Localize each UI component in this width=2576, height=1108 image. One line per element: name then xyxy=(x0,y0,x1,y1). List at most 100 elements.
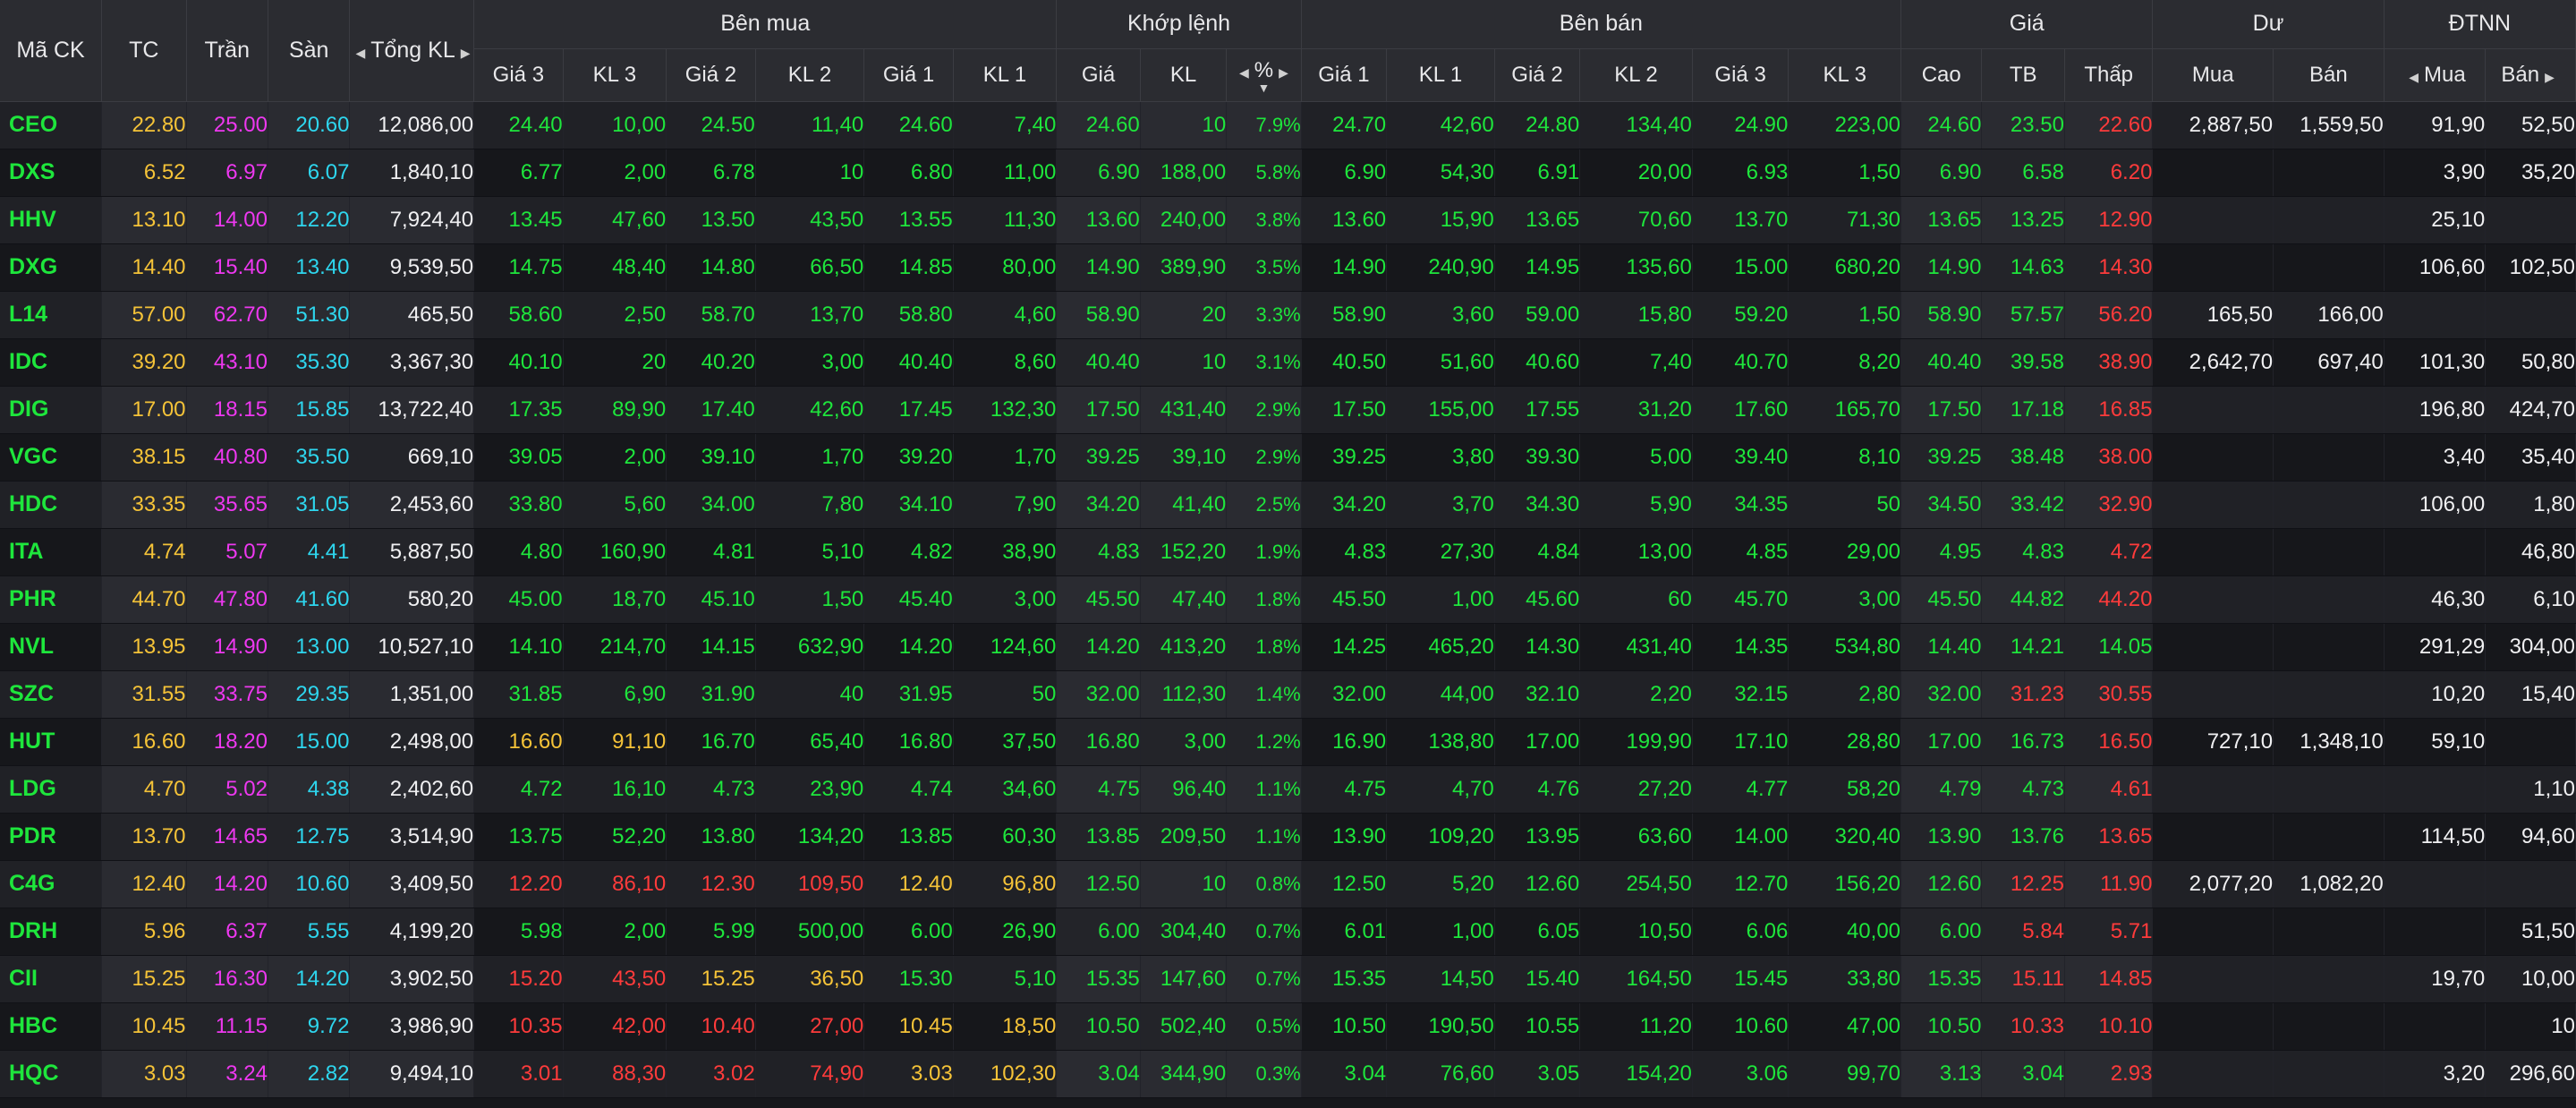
col-header-bid-price-1[interactable]: Giá 1 xyxy=(863,48,954,102)
col-header-floor[interactable]: Sàn xyxy=(268,0,351,102)
col-header-ref[interactable]: TC xyxy=(101,0,187,102)
stock-row-dig[interactable]: DIG 17.00 18.15 15.85 13,722,40 17.35 89,90 17.… xyxy=(0,386,2576,434)
symbol-cell[interactable]: HUT xyxy=(0,718,103,766)
bid-vol-3-cell: 52,20 xyxy=(563,813,667,861)
match-pct-cell: 0.7% xyxy=(1226,955,1302,1003)
col-header-bid-vol-2[interactable]: KL 2 xyxy=(755,48,865,102)
stock-row-hhv[interactable]: HHV 13.10 14.00 12.20 7,924,40 13.45 47,60 13.5… xyxy=(0,196,2576,244)
stock-row-szc[interactable]: SZC 31.55 33.75 29.35 1,351,00 31.85 6,90 31.90… xyxy=(0,670,2576,719)
col-header-remain-buy[interactable]: Mua xyxy=(2152,48,2274,102)
stock-row-vgc[interactable]: VGC 38.15 40.80 35.50 669,10 39.05 2,00 39.10 1,… xyxy=(0,433,2576,482)
chevron-right-icon[interactable]: ▶ xyxy=(2539,70,2560,84)
col-header-bid-vol-1[interactable]: KL 1 xyxy=(953,48,1058,102)
col-header-ask-vol-3[interactable]: KL 3 xyxy=(1788,48,1902,102)
symbol-cell[interactable]: PDR xyxy=(0,813,103,861)
chevron-right-icon[interactable]: ▶ xyxy=(455,46,473,60)
ask-price-2-cell: 17.00 xyxy=(1494,718,1581,766)
col-header-average[interactable]: TB xyxy=(1981,48,2065,102)
symbol-cell[interactable]: ITA xyxy=(0,528,103,576)
col-header-ask-price-1[interactable]: Giá 1 xyxy=(1301,48,1388,102)
bid-vol-2-cell: 11,40 xyxy=(755,101,865,149)
ceiling-price-cell: 62.70 xyxy=(186,291,268,339)
bid-price-3-cell: 16.60 xyxy=(473,718,564,766)
stock-row-ldg[interactable]: LDG 4.70 5.02 4.38 2,402,60 4.72 16,10 4.73 23,9… xyxy=(0,765,2576,814)
col-header-ask-price-3[interactable]: Giá 3 xyxy=(1692,48,1790,102)
stock-row-hdc[interactable]: HDC 33.35 35.65 31.05 2,453,60 33.80 5,60 34.00… xyxy=(0,481,2576,529)
symbol-cell[interactable]: LDG xyxy=(0,765,103,814)
symbol-cell[interactable]: PHR xyxy=(0,575,103,624)
remain-buy-cell: 2,642,70 xyxy=(2152,338,2274,387)
stock-row-hut[interactable]: HUT 16.60 18.20 15.00 2,498,00 16.60 91,10 16.7… xyxy=(0,718,2576,766)
col-header-high[interactable]: Cao xyxy=(1900,48,1983,102)
col-header-symbol[interactable]: Mã CK xyxy=(0,0,103,102)
col-header-foreign-buy[interactable]: ◀ Mua xyxy=(2384,48,2487,102)
bid-vol-3-cell: 20 xyxy=(563,338,667,387)
col-header-ask-price-2[interactable]: Giá 2 xyxy=(1494,48,1581,102)
ref-price-cell: 17.00 xyxy=(101,386,187,434)
col-header-total-volume[interactable]: ◀ Tổng KL ▶ xyxy=(349,0,475,102)
match-price-cell: 32.00 xyxy=(1056,670,1141,719)
symbol-cell[interactable]: HHV xyxy=(0,196,103,244)
col-header-remain-sell[interactable]: Bán xyxy=(2273,48,2385,102)
col-header-bid-vol-3[interactable]: KL 3 xyxy=(563,48,667,102)
symbol-cell[interactable]: DXG xyxy=(0,243,103,292)
col-header-foreign-sell[interactable]: Bán ▶ xyxy=(2485,48,2576,102)
symbol-cell[interactable]: DXS xyxy=(0,149,103,197)
stock-row-ita[interactable]: ITA 4.74 5.07 4.41 5,887,50 4.80 160,90 4.81 5,1… xyxy=(0,528,2576,576)
stock-row-hqc[interactable]: HQC 3.03 3.24 2.82 9,494,10 3.01 88,30 3.02 74,9… xyxy=(0,1050,2576,1098)
foreign-buy-cell xyxy=(2384,1002,2487,1051)
average-price-cell: 5.84 xyxy=(1981,908,2065,956)
symbol-cell[interactable]: L14 xyxy=(0,291,103,339)
col-header-ask-vol-2[interactable]: KL 2 xyxy=(1579,48,1693,102)
symbol-cell[interactable]: CEO xyxy=(0,101,103,149)
col-header-ceiling[interactable]: Trần xyxy=(186,0,268,102)
chevron-left-icon[interactable]: ◀ xyxy=(2403,70,2424,84)
stock-row-nvl[interactable]: NVL 13.95 14.90 13.00 10,527,10 14.10 214,70 14… xyxy=(0,623,2576,671)
bid-vol-1-cell: 50 xyxy=(953,670,1058,719)
stock-row-pdr[interactable]: PDR 13.70 14.65 12.75 3,514,90 13.75 52,20 13.8… xyxy=(0,813,2576,861)
high-price-cell: 40.40 xyxy=(1900,338,1983,387)
stock-row-l14[interactable]: L14 57.00 62.70 51.30 465,50 58.60 2,50 58.70 13… xyxy=(0,291,2576,339)
high-price-cell: 58.90 xyxy=(1900,291,1983,339)
stock-row-hbc[interactable]: HBC 10.45 11.15 9.72 3,986,90 10.35 42,00 10.40… xyxy=(0,1002,2576,1051)
stock-row-drh[interactable]: DRH 5.96 6.37 5.55 4,199,20 5.98 2,00 5.99 500,0… xyxy=(0,908,2576,956)
symbol-cell[interactable]: DIG xyxy=(0,386,103,434)
stock-row-cii[interactable]: CII 15.25 16.30 14.20 3,902,50 15.20 43,50 15.2… xyxy=(0,955,2576,1003)
col-header-ask-vol-1[interactable]: KL 1 xyxy=(1386,48,1495,102)
high-price-cell: 45.50 xyxy=(1900,575,1983,624)
symbol-cell[interactable]: CII xyxy=(0,955,103,1003)
col-header-low[interactable]: Thấp xyxy=(2064,48,2154,102)
symbol-cell[interactable]: HQC xyxy=(0,1050,103,1098)
symbol-cell[interactable]: HBC xyxy=(0,1002,103,1051)
chevron-right-icon[interactable]: ▶ xyxy=(1273,65,1294,80)
stock-row-c4g[interactable]: C4G 12.40 14.20 10.60 3,409,50 12.20 86,10 12.3… xyxy=(0,860,2576,908)
symbol-cell[interactable]: HDC xyxy=(0,481,103,529)
col-header-match-vol[interactable]: KL xyxy=(1140,48,1228,102)
ask-vol-2-cell: 199,90 xyxy=(1579,718,1693,766)
stock-row-ceo[interactable]: CEO 22.80 25.00 20.60 12,086,00 24.40 10,00 24.… xyxy=(0,101,2576,149)
col-header-bid-price-3[interactable]: Giá 3 xyxy=(473,48,564,102)
symbol-cell[interactable]: SZC xyxy=(0,670,103,719)
col-header-bid-price-2[interactable]: Giá 2 xyxy=(666,48,756,102)
stock-row-dxg[interactable]: DXG 14.40 15.40 13.40 9,539,50 14.75 48,40 14.8… xyxy=(0,243,2576,292)
chevron-left-icon[interactable]: ◀ xyxy=(350,46,370,60)
symbol-cell[interactable]: NVL xyxy=(0,623,103,671)
remain-sell-cell: 697,40 xyxy=(2273,338,2385,387)
bid-price-1-cell: 24.60 xyxy=(863,101,954,149)
stock-row-idc[interactable]: IDC 39.20 43.10 35.30 3,367,30 40.10 20 40.20 3,… xyxy=(0,338,2576,387)
symbol-cell[interactable]: C4G xyxy=(0,860,103,908)
symbol-cell[interactable]: IDC xyxy=(0,338,103,387)
symbol-cell[interactable]: VGC xyxy=(0,433,103,482)
stock-row-dxs[interactable]: DXS 6.52 6.97 6.07 1,840,10 6.77 2,00 6.78 10 6.8… xyxy=(0,149,2576,197)
average-price-cell: 6.58 xyxy=(1981,149,2065,197)
bid-price-1-cell: 3.03 xyxy=(863,1050,954,1098)
col-header-match-pct[interactable]: ◀% ▶ ▼ xyxy=(1226,48,1302,102)
sort-desc-icon[interactable]: ▼ xyxy=(1227,81,1300,94)
low-price-cell: 13.65 xyxy=(2064,813,2154,861)
symbol-cell[interactable]: DRH xyxy=(0,908,103,956)
stock-row-phr[interactable]: PHR 44.70 47.80 41.60 580,20 45.00 18,70 45.10 1… xyxy=(0,575,2576,624)
ask-price-1-cell: 39.25 xyxy=(1301,433,1388,482)
col-header-match-price[interactable]: Giá xyxy=(1056,48,1141,102)
low-price-cell: 38.00 xyxy=(2064,433,2154,482)
chevron-left-icon[interactable]: ◀ xyxy=(1234,65,1254,80)
